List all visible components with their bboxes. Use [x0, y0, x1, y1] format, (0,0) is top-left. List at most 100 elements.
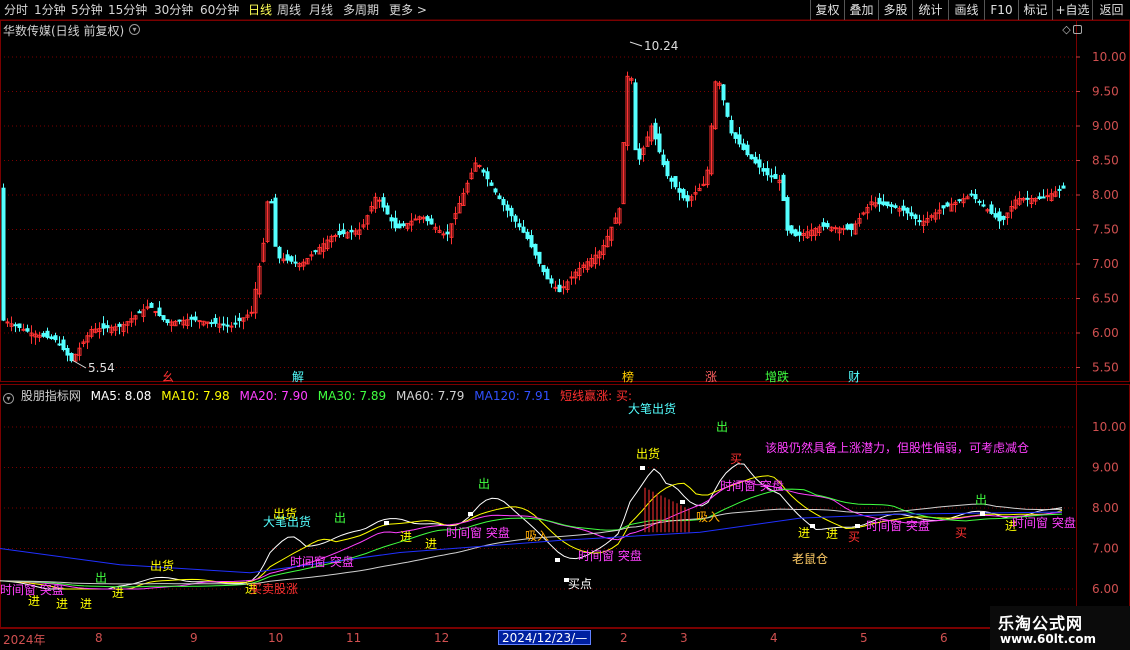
price-tick-label: 6.00 [1092, 326, 1119, 340]
candle-body [489, 182, 494, 186]
cursor-date-label: 2024/12/23/— [498, 630, 592, 645]
candle-body [1, 187, 6, 321]
diamond-icon[interactable]: ◇ [1061, 24, 1072, 36]
candle-body [653, 122, 658, 140]
candle-body [341, 229, 346, 235]
watermark-url: www.60lt.com [1000, 632, 1097, 646]
date-label-month: 8 [95, 631, 103, 645]
event-marker: 涨 [705, 369, 717, 384]
date-label-month: 11 [346, 631, 362, 645]
candle-body [673, 176, 678, 188]
candle-body [973, 194, 978, 200]
sell-label: 出货 [150, 558, 174, 573]
candle-body [633, 82, 638, 151]
candle-body [833, 227, 838, 230]
indicator-tick-label: 8.00 [1092, 501, 1119, 515]
candle-body [729, 120, 734, 134]
candle-body [209, 322, 214, 325]
candle-body [221, 323, 226, 326]
candle-body [677, 188, 682, 193]
stock-chart-app: 分时 1分钟 5分钟 15分钟 30分钟 60分钟 日线 周线 月线 多周期 更… [0, 0, 1130, 650]
candle-body [381, 197, 386, 208]
candle-body [149, 302, 154, 308]
entry-label: 进 [798, 526, 810, 540]
price-tick-label: 8.50 [1092, 154, 1119, 168]
candle-body [277, 246, 282, 259]
signal-square [855, 524, 860, 528]
candle-body [893, 205, 898, 208]
candle-body [493, 188, 498, 193]
candle-body [189, 316, 194, 320]
indicator-name: 股朋指标网 [20, 389, 81, 403]
candle-body [393, 217, 398, 229]
candle-body [429, 218, 434, 225]
buy-label: 买 [848, 530, 860, 544]
price-tick-label: 10.00 [1092, 50, 1126, 64]
event-marker: 幺 [162, 369, 174, 384]
candle-body [177, 319, 182, 322]
sell-label: 出货 [273, 506, 297, 521]
candle-body [293, 261, 298, 264]
candle-body [21, 328, 26, 331]
candle-body [825, 223, 830, 228]
candle-body [69, 352, 74, 362]
candle-body [753, 156, 758, 164]
entry-label: 进 [56, 597, 68, 611]
candle-body [441, 233, 446, 236]
kline-chart[interactable]: 10.00 9.50 9.00 8.50 8.00 7.50 7.00 6.50 6.00 5.5… [0, 0, 1130, 650]
candle-body [1001, 215, 1006, 220]
price-tick-label: 9.50 [1092, 85, 1119, 99]
chevron-down-icon[interactable]: ▾ [3, 393, 14, 404]
candle-body [501, 198, 506, 206]
candle-body [637, 148, 642, 160]
date-label-month: 5 [860, 631, 868, 645]
buy-point-label: 买点 [568, 577, 592, 591]
candle-body [885, 201, 890, 207]
candle-body [737, 134, 742, 145]
date-label-month: 6 [940, 631, 948, 645]
date-label-month: 12 [434, 631, 450, 645]
window-breakout-label: 时间窗 突盘 [1012, 515, 1076, 530]
candle-body [821, 222, 826, 227]
candle-body [521, 226, 526, 233]
price-tick-label: 9.00 [1092, 119, 1119, 133]
window-breakout-label: 时间窗 突盘 [0, 582, 64, 597]
exit-label: 出 [478, 477, 490, 491]
candle-body [789, 225, 794, 234]
candle-body [61, 339, 66, 351]
candle-body [5, 321, 10, 324]
indicator-header: ▾ 股朋指标网 MA5: 8.08 MA10: 7.98 MA20: 7.90 … [3, 387, 638, 404]
candle-body [541, 265, 546, 273]
indicator-tick-label: 9.00 [1092, 461, 1119, 475]
indicator-tick-label: 10.00 [1092, 420, 1126, 434]
candle-body [481, 169, 486, 173]
candle-body [17, 323, 22, 328]
candle-body [65, 347, 70, 356]
candle-body [53, 335, 58, 341]
candle-body [1057, 188, 1062, 191]
candle-body [529, 235, 534, 248]
candle-body [389, 217, 394, 222]
candle-body [229, 325, 234, 328]
candle-body [977, 200, 982, 203]
date-label-month: 10 [268, 631, 284, 645]
chevron-down-icon[interactable]: ▾ [129, 24, 140, 35]
candle-body [137, 311, 142, 314]
candle-body [249, 311, 254, 314]
candle-body [901, 205, 906, 211]
candle-body [1025, 197, 1030, 200]
signal-square [680, 500, 685, 504]
buy-sell-up-label: 买卖股涨 [250, 581, 298, 596]
entry-label: 进 [425, 537, 437, 551]
high-pointer [629, 41, 643, 47]
candle-body [161, 315, 166, 321]
signal-square [384, 521, 389, 525]
high-price-label: 10.24 [644, 39, 678, 53]
candle-body [757, 159, 762, 168]
candle-body [781, 174, 786, 202]
candle-body [105, 325, 110, 329]
candle-body [477, 164, 482, 167]
window-breakout-label: 时间窗 突盘 [578, 548, 642, 563]
window-toggle-icon[interactable] [1073, 25, 1082, 34]
candle-body [509, 207, 514, 217]
